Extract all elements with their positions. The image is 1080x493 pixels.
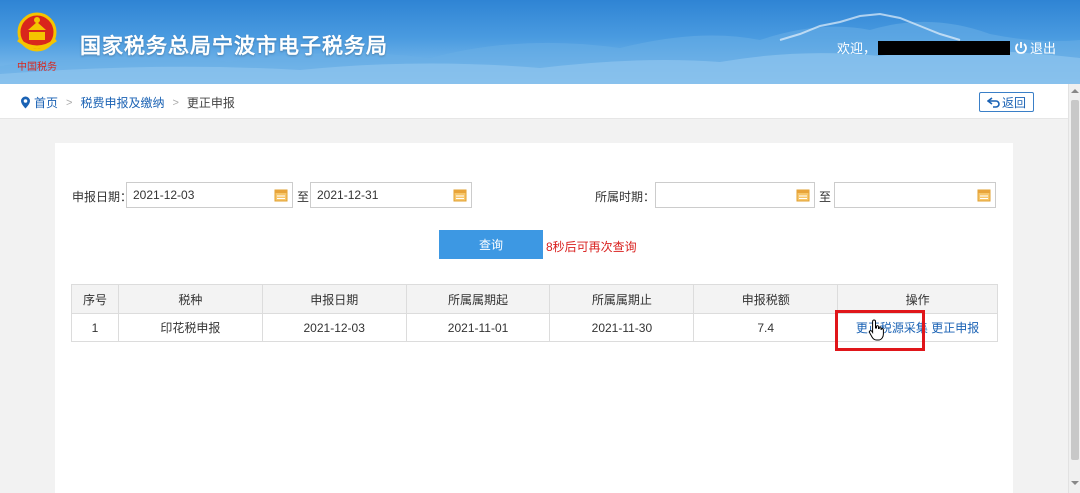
location-pin-icon [21, 96, 30, 109]
correct-declaration-link[interactable]: 更正申报 [931, 321, 979, 335]
breadcrumb-separator: > [66, 96, 73, 109]
to-label: 至 [819, 190, 832, 204]
table-row: 1 印花税申报 2021-12-03 2021-11-01 2021-11-30… [71, 313, 998, 342]
calendar-icon[interactable] [977, 188, 991, 202]
query-button[interactable]: 查询 [439, 230, 543, 259]
vertical-scrollbar[interactable] [1068, 84, 1080, 493]
report-date-to-input[interactable]: 2021-12-31 [310, 182, 472, 208]
cell-report-date: 2021-12-03 [261, 313, 407, 342]
retry-countdown-note: 8秒后可再次查询 [546, 240, 637, 254]
calendar-icon[interactable] [453, 188, 467, 202]
to-label: 至 [297, 190, 310, 204]
breadcrumb-current: 更正申报 [186, 96, 235, 110]
report-date-from-input[interactable]: 2021-12-03 [126, 182, 293, 208]
breadcrumb-bar: 首页 > 税费申报及缴纳 > 更正申报 返回 [0, 84, 1080, 119]
col-header-period-end: 所属属期止 [549, 284, 695, 314]
breadcrumb: 首页 > 税费申报及缴纳 > 更正申报 [20, 94, 235, 111]
col-header-index: 序号 [71, 284, 119, 314]
col-header-actions: 操作 [837, 284, 998, 314]
back-arrow-icon [986, 97, 1000, 108]
breadcrumb-section[interactable]: 税费申报及缴纳 [80, 94, 164, 111]
cell-period-start: 2021-11-01 [405, 313, 551, 342]
tax-emblem-icon: 中国税务 [17, 12, 57, 73]
cell-index: 1 [71, 313, 119, 342]
report-date-label: 申报日期： [72, 190, 133, 204]
col-header-report-date: 申报日期 [261, 284, 407, 314]
col-header-tax-type: 税种 [117, 284, 263, 314]
power-icon [1015, 41, 1027, 54]
table-header-row: 序号 税种 申报日期 所属属期起 所属属期止 申报税额 操作 [71, 284, 998, 314]
period-from-input[interactable] [655, 182, 815, 208]
redacted-username [877, 40, 1010, 55]
svg-text:中国税务: 中国税务 [17, 60, 57, 73]
report-date-to-value: 2021-12-31 [317, 188, 379, 202]
cell-actions: 更正税源采集 更正申报 [837, 313, 998, 342]
logout-button[interactable]: 退出 [1014, 38, 1056, 57]
site-header: 中国税务 国家税务总局宁波市电子税务局 欢迎， 退出 [0, 0, 1080, 84]
cell-tax-type: 印花税申报 [117, 313, 263, 342]
logout-label: 退出 [1029, 41, 1056, 56]
breadcrumb-home[interactable]: 首页 [34, 94, 58, 111]
cell-amount: 7.4 [693, 313, 839, 342]
site-title: 国家税务总局宁波市电子税务局 [80, 35, 388, 58]
declaration-table: 序号 税种 申报日期 所属属期起 所属属期止 申报税额 操作 1 印花税申报 2… [71, 284, 998, 342]
col-header-amount: 申报税额 [693, 284, 839, 314]
breadcrumb-separator: > [172, 96, 179, 109]
period-to-input[interactable] [834, 182, 996, 208]
main-panel: 申报日期： 2021-12-03 至 2021-12-31 所属时期： 至 查询… [55, 143, 1013, 493]
period-label: 所属时期： [595, 190, 656, 204]
hand-cursor-icon [868, 319, 884, 341]
back-button[interactable]: 返回 [979, 92, 1034, 112]
scroll-up-arrow-icon[interactable] [1071, 87, 1079, 95]
calendar-icon[interactable] [796, 188, 810, 202]
calendar-icon[interactable] [274, 188, 288, 202]
welcome-text: 欢迎， [836, 41, 876, 56]
report-date-from-value: 2021-12-03 [133, 188, 195, 202]
search-form: 申报日期： 2021-12-03 至 2021-12-31 所属时期： 至 [55, 181, 1013, 209]
col-header-period-start: 所属属期起 [405, 284, 551, 314]
scroll-down-arrow-icon[interactable] [1071, 479, 1079, 487]
correct-tax-source-link[interactable]: 更正税源采集 [856, 321, 928, 335]
back-label: 返回 [1001, 95, 1026, 110]
cell-period-end: 2021-11-30 [549, 313, 695, 342]
scrollbar-thumb[interactable] [1071, 100, 1079, 460]
user-area: 欢迎， 退出 [837, 38, 1056, 57]
